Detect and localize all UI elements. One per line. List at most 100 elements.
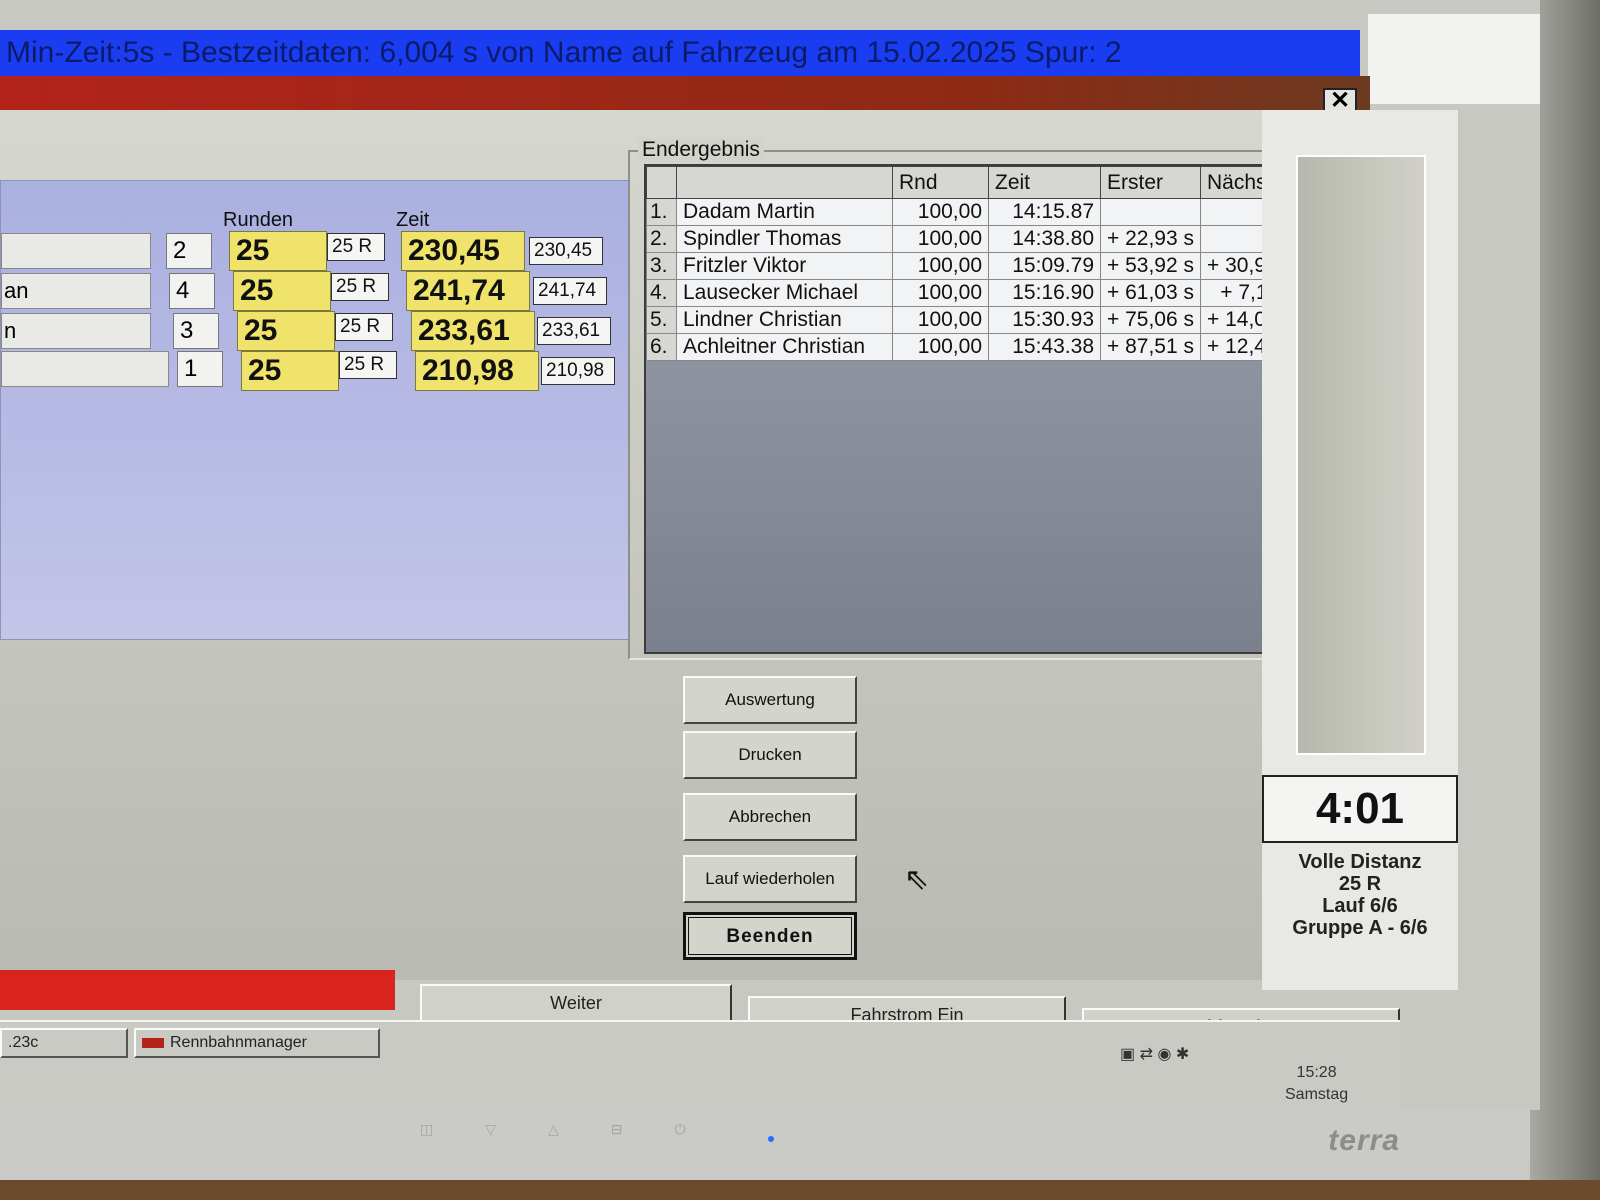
lane-laps: 25 xyxy=(237,311,335,351)
lane-name: n xyxy=(1,313,151,349)
rounds-cell: 100,00 xyxy=(892,225,989,253)
col-rank-header[interactable] xyxy=(646,166,677,199)
lane-time: 230,45 xyxy=(401,231,525,271)
rank-cell: 2. xyxy=(646,225,677,253)
lane-position: 4 xyxy=(169,273,215,309)
time-cell: 15:16.90 xyxy=(988,279,1101,307)
results-table: Rnd Zeit Erster Nächste 1. Dadam Martin … xyxy=(646,166,1301,361)
table-row[interactable]: 3. Fritzler Viktor 100,00 15:09.79 + 53,… xyxy=(646,252,1301,280)
driver-name-cell: Achleitner Christian xyxy=(676,333,893,361)
tray-icon[interactable]: ▣ xyxy=(1120,1046,1135,1063)
gap-first-cell: + 75,06 s xyxy=(1100,306,1201,334)
rounds-cell: 100,00 xyxy=(892,306,989,334)
down-icon[interactable]: ▽ xyxy=(485,1121,496,1138)
power-led xyxy=(768,1136,774,1142)
volume-icon[interactable]: ◉ xyxy=(1157,1046,1171,1063)
system-tray: ▣ ⇄ ◉ ✱ xyxy=(1120,1044,1189,1064)
rounds-cell: 100,00 xyxy=(892,252,989,280)
rank-cell: 4. xyxy=(646,279,677,307)
group-counter: Gruppe A - 6/6 xyxy=(1292,917,1428,939)
monitor-side xyxy=(1530,0,1600,1180)
final-results-group: Endergebnis Rnd Zeit Erster Nächste 1. D… xyxy=(628,138,1344,660)
final-results-legend: Endergebnis xyxy=(638,138,764,162)
network-icon[interactable]: ⇄ xyxy=(1140,1046,1153,1063)
lane-position: 2 xyxy=(166,233,212,269)
rounds-cell: 100,00 xyxy=(892,198,989,226)
rounds-cell: 100,00 xyxy=(892,333,989,361)
evaluation-button[interactable]: Auswertung xyxy=(683,676,857,724)
col-rnd-header[interactable]: Rnd xyxy=(892,166,989,199)
next-button[interactable]: Weiter xyxy=(420,984,732,1024)
time-cell: 15:30.93 xyxy=(988,306,1101,334)
bluetooth-icon[interactable]: ✱ xyxy=(1176,1046,1189,1063)
table-row[interactable]: 6. Achleitner Christian 100,00 15:43.38 … xyxy=(646,333,1301,361)
results-grid: Rnd Zeit Erster Nächste 1. Dadam Martin … xyxy=(644,164,1330,654)
lane-laps: 25 xyxy=(229,231,327,271)
taskbar-item[interactable]: .23c xyxy=(0,1028,128,1058)
run-counter: Lauf 6/6 xyxy=(1322,895,1398,917)
driver-name-cell: Spindler Thomas xyxy=(676,225,893,253)
rank-cell: 5. xyxy=(646,306,677,334)
monitor-buttons: ◫ ▽ △ ⊟ ⏻ xyxy=(420,1121,686,1138)
lanes-panel: Runden Zeit 2 25 25 R 230,45 230,45 an 4… xyxy=(0,180,630,640)
lane-laps-target: 25 R xyxy=(335,313,393,341)
rank-cell: 6. xyxy=(646,333,677,361)
taskbar: .23c Rennbahnmanager ▣ ⇄ ◉ ✱ 15:28 Samst… xyxy=(0,1020,1400,1110)
time-cell: 14:38.80 xyxy=(988,225,1101,253)
print-button[interactable]: Drucken xyxy=(683,731,857,779)
lane-time: 233,61 xyxy=(411,311,535,351)
lane-laps: 25 xyxy=(241,351,339,391)
mouse-cursor-icon: ⇖ xyxy=(904,863,930,896)
lane-name xyxy=(1,233,151,269)
gap-first-cell xyxy=(1100,198,1201,226)
gap-first-cell: + 53,92 s xyxy=(1100,252,1201,280)
distance-mode: Volle Distanz xyxy=(1298,851,1422,873)
app-icon xyxy=(142,1037,164,1048)
power-icon[interactable]: ⏻ xyxy=(675,1121,686,1138)
up-icon[interactable]: △ xyxy=(548,1121,559,1138)
table-row[interactable]: 5. Lindner Christian 100,00 15:30.93 + 7… xyxy=(646,306,1301,334)
lane-laps-target: 25 R xyxy=(327,233,385,261)
lap-target: 25 R xyxy=(1338,873,1382,895)
finish-button[interactable]: Beenden xyxy=(683,912,857,960)
bottom-status-strip xyxy=(0,970,395,1010)
col-first-header[interactable]: Erster xyxy=(1100,166,1201,199)
table-row[interactable]: 1. Dadam Martin 100,00 14:15.87 xyxy=(646,198,1301,226)
menu-icon[interactable]: ◫ xyxy=(420,1121,433,1138)
lane-name xyxy=(1,351,169,387)
lane-laps: 25 xyxy=(233,271,331,311)
col-name-header[interactable] xyxy=(676,166,893,199)
window-title: Min-Zeit:5s - Bestzeitdaten: 6,004 s von… xyxy=(6,36,1122,69)
laps-header: Runden xyxy=(223,209,294,231)
input-icon[interactable]: ⊟ xyxy=(611,1121,623,1138)
taskbar-clock[interactable]: 15:28 Samstag xyxy=(1285,1062,1348,1106)
race-timer: 4:01 xyxy=(1262,775,1458,843)
col-time-header[interactable]: Zeit xyxy=(988,166,1101,199)
race-info: Volle Distanz 25 R Lauf 6/6 Gruppe A - 6… xyxy=(1262,845,1458,939)
rank-cell: 3. xyxy=(646,252,677,280)
gap-first-cell: + 87,51 s xyxy=(1100,333,1201,361)
table-row[interactable]: 4. Lausecker Michael 100,00 15:16.90 + 6… xyxy=(646,279,1301,307)
taskbar-item-rennbahnmanager[interactable]: Rennbahnmanager xyxy=(134,1028,380,1058)
cancel-dialog-button[interactable]: Abbrechen xyxy=(683,793,857,841)
lane-position: 3 xyxy=(173,313,219,349)
screen: Min-Zeit:5s - Bestzeitdaten: 6,004 s von… xyxy=(0,0,1540,1110)
table-row[interactable]: 2. Spindler Thomas 100,00 14:38.80 + 22,… xyxy=(646,225,1301,253)
gap-first-cell: + 22,93 s xyxy=(1100,225,1201,253)
lane-laps-target: 25 R xyxy=(331,273,389,301)
title-bar-right-area xyxy=(1368,14,1540,104)
dialog-header-bar xyxy=(0,76,1370,110)
lane-time-small: 241,74 xyxy=(533,277,607,305)
repeat-run-button[interactable]: Lauf wiederholen xyxy=(683,855,857,903)
progress-meter xyxy=(1296,155,1426,755)
time-header: Zeit xyxy=(396,209,430,231)
race-status-column: 4:01 Volle Distanz 25 R Lauf 6/6 Gruppe … xyxy=(1262,110,1458,990)
rounds-cell: 100,00 xyxy=(892,279,989,307)
lane-time-small: 210,98 xyxy=(541,357,615,385)
clock-time: 15:28 xyxy=(1296,1064,1337,1081)
lane-time-small: 230,45 xyxy=(529,237,603,265)
lane-time: 241,74 xyxy=(406,271,530,311)
time-cell: 15:09.79 xyxy=(988,252,1101,280)
driver-name-cell: Lausecker Michael xyxy=(676,279,893,307)
gap-first-cell: + 61,03 s xyxy=(1100,279,1201,307)
